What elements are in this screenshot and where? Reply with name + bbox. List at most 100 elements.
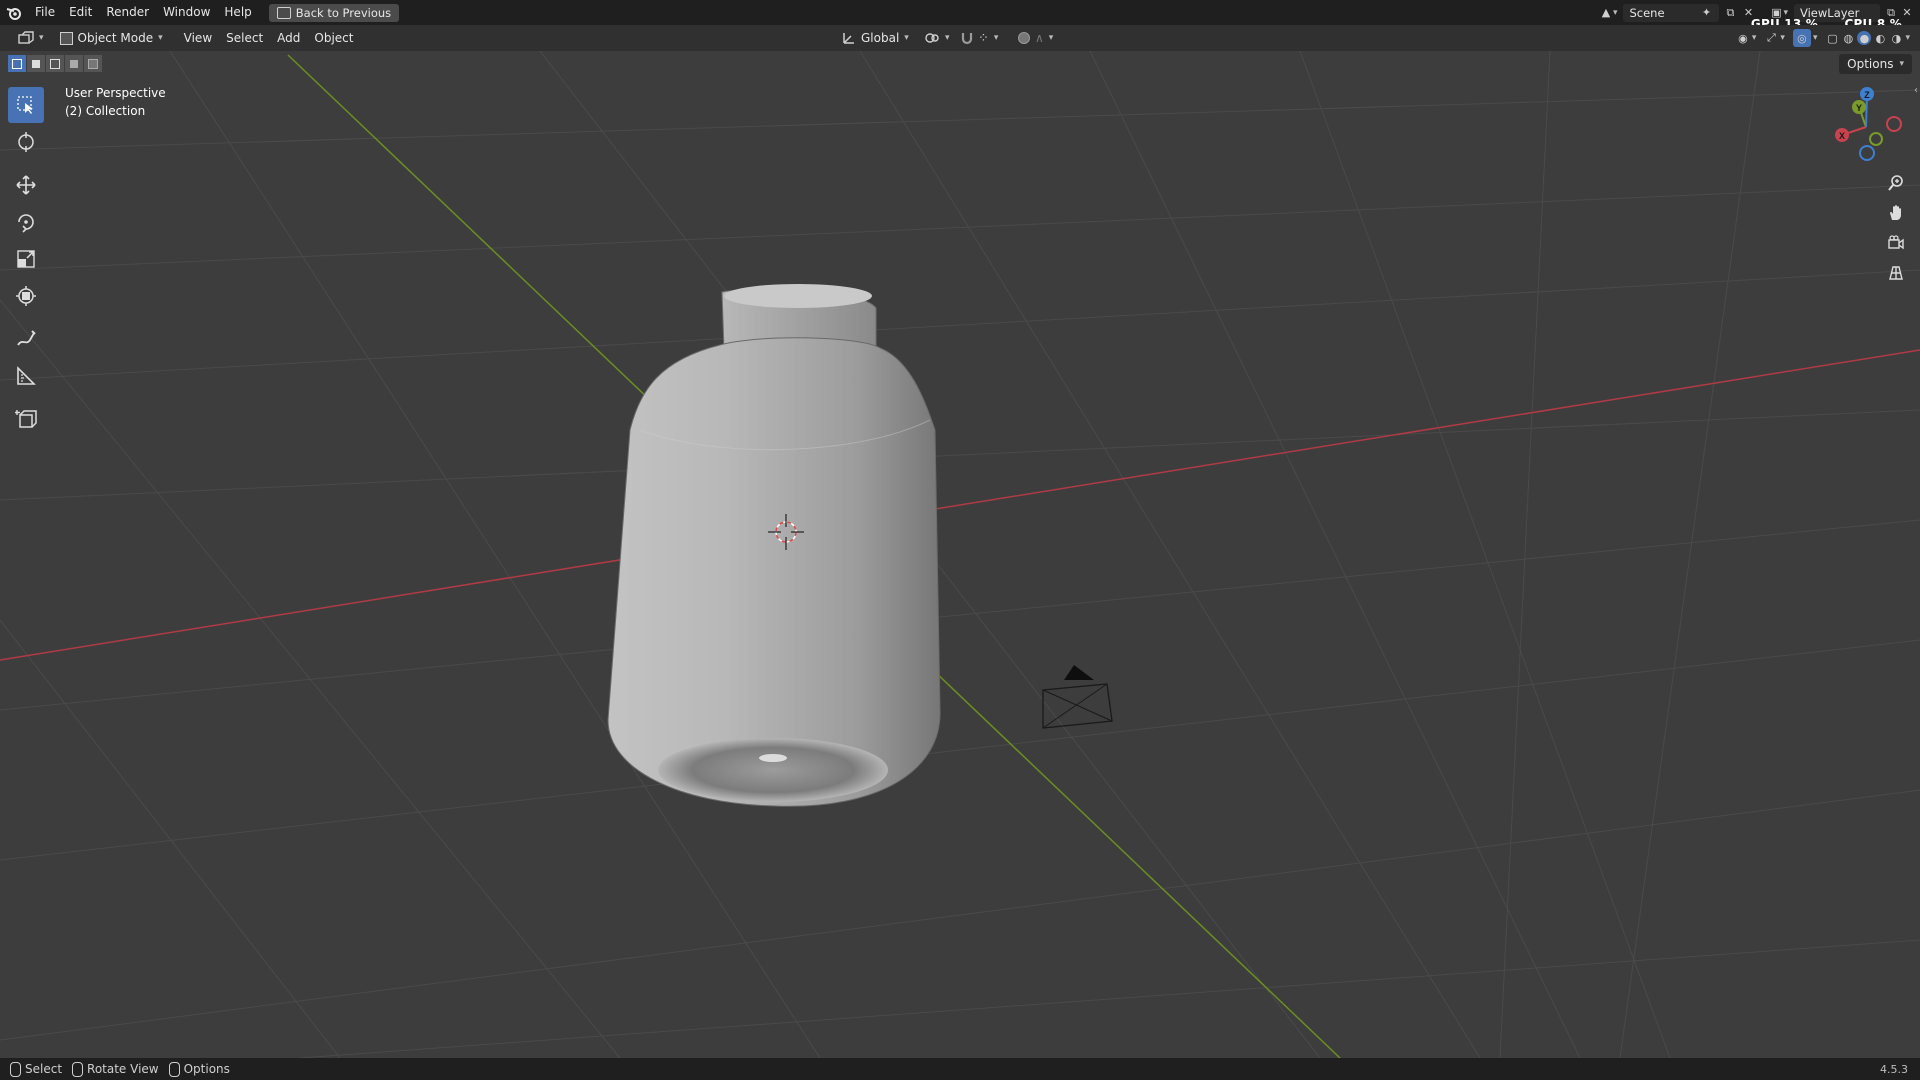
back-to-previous-label: Back to Previous xyxy=(295,5,392,20)
object-mode-icon xyxy=(59,31,73,45)
toggle-perspective-button[interactable] xyxy=(1882,259,1910,287)
menu-file[interactable]: File xyxy=(28,0,62,25)
solid-shading-icon[interactable]: ● xyxy=(1857,31,1872,45)
rendered-shading-icon[interactable]: ◑ xyxy=(1889,31,1903,45)
view-layer-dropdown-icon[interactable]: ▾ xyxy=(1783,8,1788,18)
menu-object[interactable]: Object xyxy=(307,26,360,51)
select-intersect-icon[interactable] xyxy=(84,55,102,72)
falloff-curve-icon: ∧ xyxy=(1035,31,1044,45)
tool-add-cube[interactable] xyxy=(8,401,44,437)
mode-label: Object Mode xyxy=(77,31,154,45)
tool-scale[interactable] xyxy=(8,241,44,277)
tool-rotate[interactable] xyxy=(8,204,44,240)
gizmo-dropdown-icon[interactable]: ▾ xyxy=(1780,33,1785,43)
select-subtract-icon[interactable] xyxy=(46,55,64,72)
select-new-icon[interactable] xyxy=(8,55,26,72)
tool-measure[interactable] xyxy=(8,358,44,394)
selection-mode-group xyxy=(8,55,102,72)
pivot-icon xyxy=(925,33,939,43)
bottle-mesh[interactable] xyxy=(607,284,941,807)
back-to-previous-button[interactable]: Back to Previous xyxy=(268,3,400,22)
status-options-label: Options xyxy=(183,1062,230,1076)
visibility-eye-icon[interactable]: ◉ xyxy=(1736,31,1750,45)
viewport-options-button[interactable]: Options ▾ xyxy=(1839,54,1912,74)
editor-type-button[interactable]: ▾ xyxy=(12,28,50,48)
xray-toggle-icon[interactable]: ▢ xyxy=(1825,31,1839,45)
tool-shelf xyxy=(8,87,48,438)
menu-view[interactable]: View xyxy=(177,26,219,51)
camera-view-icon xyxy=(1888,235,1904,250)
viewport-header: ▾ Object Mode ▾ View Select Add Object G… xyxy=(0,25,1920,51)
mode-dropdown-icon: ▾ xyxy=(158,33,163,43)
pan-view-button[interactable] xyxy=(1882,199,1910,227)
neg-y-axis-icon[interactable] xyxy=(1869,132,1883,146)
select-invert-icon[interactable] xyxy=(65,55,83,72)
overlays-toggle-icon[interactable]: ◎ xyxy=(1792,29,1811,47)
new-scene-icon[interactable]: ⧉ xyxy=(1723,6,1737,20)
orientation-dropdown-icon: ▾ xyxy=(904,33,909,43)
transform-orientation-selector[interactable]: Global ▾ xyxy=(836,28,915,48)
menu-help[interactable]: Help xyxy=(217,0,258,25)
pivot-point-selector[interactable]: ▾ xyxy=(918,28,956,48)
material-shading-icon[interactable]: ◐ xyxy=(1873,31,1887,45)
mouse-middle-icon xyxy=(72,1061,84,1077)
viewport-display-controls: ◉ ▾ ⤢ ▾ ◎ ▾ ▢ ◍ ● ◐ ◑ ▾ xyxy=(1736,25,1920,51)
tool-transform[interactable] xyxy=(8,278,44,314)
collection-label: (2) Collection xyxy=(65,104,146,118)
tool-move[interactable] xyxy=(8,167,44,203)
camera-view-button[interactable] xyxy=(1882,229,1910,257)
perspective-label: User Perspective xyxy=(65,86,166,100)
status-rotate-label: Rotate View xyxy=(87,1062,159,1076)
navigation-gizmo[interactable]: X Y Z xyxy=(1826,87,1906,167)
tool-select-box[interactable] xyxy=(8,87,44,123)
hand-icon xyxy=(1890,205,1901,220)
proportional-editing-toggle[interactable]: ∧ ▾ xyxy=(1012,28,1059,48)
menu-edit[interactable]: Edit xyxy=(62,0,99,25)
menu-select[interactable]: Select xyxy=(219,26,270,51)
version-label: 4.5.3 xyxy=(1880,1062,1908,1076)
delete-view-layer-icon[interactable]: ✕ xyxy=(1900,6,1914,20)
menu-add[interactable]: Add xyxy=(270,26,307,51)
screen-icon xyxy=(276,6,291,19)
mouse-right-icon xyxy=(168,1061,180,1077)
gizmo-z-label: Z xyxy=(1864,90,1870,100)
visibility-dropdown-icon[interactable]: ▾ xyxy=(1752,33,1757,43)
tool-cursor[interactable] xyxy=(8,124,44,160)
zoom-view-button[interactable] xyxy=(1882,169,1910,197)
editor-type-dropdown-icon: ▾ xyxy=(39,33,44,43)
rotate-icon xyxy=(18,214,34,233)
sidebar-toggle-icon[interactable]: ‹ xyxy=(1914,85,1918,96)
scene-dropdown-icon[interactable]: ▾ xyxy=(1613,8,1618,18)
measure-icon xyxy=(17,366,36,385)
shading-dropdown-icon[interactable]: ▾ xyxy=(1905,33,1910,43)
gizmo-x-label: X xyxy=(1839,131,1845,141)
scene-icon[interactable]: ▲ xyxy=(1599,6,1613,20)
camera-object-icon[interactable] xyxy=(1042,665,1113,729)
menu-render[interactable]: Render xyxy=(99,0,156,25)
wireframe-shading-icon[interactable]: ◍ xyxy=(1841,31,1855,45)
falloff-dropdown-icon: ▾ xyxy=(1048,33,1054,43)
viewport-scene xyxy=(0,51,1920,1058)
3d-viewport[interactable]: User Perspective (2) Collection Options … xyxy=(0,51,1920,1058)
gizmo-toggle-icon[interactable]: ⤢ xyxy=(1764,31,1778,45)
neg-x-axis-icon[interactable] xyxy=(1886,116,1902,132)
floor-grid xyxy=(0,51,1920,1058)
status-bar: Select Rotate View Options 4.5.3 xyxy=(0,1058,1920,1080)
zoom-icon xyxy=(1888,175,1903,191)
menu-window[interactable]: Window xyxy=(156,0,217,25)
scale-icon xyxy=(17,250,35,268)
pin-icon[interactable]: ✦ xyxy=(1699,6,1713,20)
snap-target-selector[interactable]: ⁘ ▾ xyxy=(972,28,1004,48)
neg-z-axis-icon[interactable] xyxy=(1859,145,1875,161)
overlays-dropdown-icon[interactable]: ▾ xyxy=(1813,33,1818,43)
top-bar: File Edit Render Window Help Back to Pre… xyxy=(0,0,1920,31)
blender-logo-icon[interactable] xyxy=(0,0,28,25)
scene-name: Scene xyxy=(1629,5,1665,20)
status-select-label: Select xyxy=(25,1062,63,1076)
status-rotate: Rotate View xyxy=(72,1061,159,1077)
select-extend-icon[interactable] xyxy=(27,55,45,72)
tool-annotate[interactable] xyxy=(8,321,44,357)
mode-selector[interactable]: Object Mode ▾ xyxy=(54,28,169,48)
cursor-tool-icon xyxy=(18,132,34,152)
status-options: Options xyxy=(168,1061,230,1077)
